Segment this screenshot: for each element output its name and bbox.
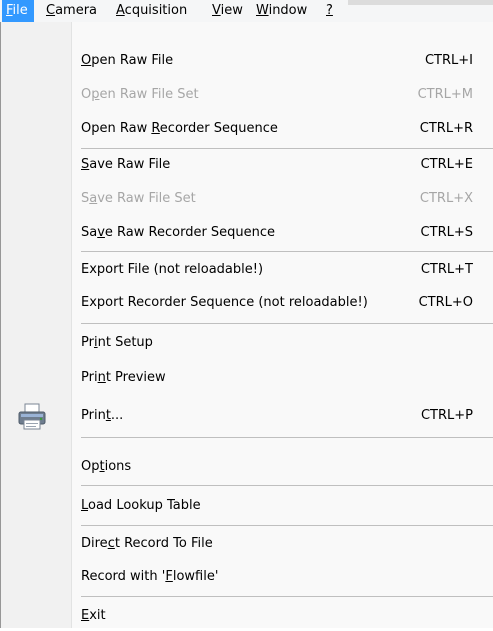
menu-item-load-lookup-table[interactable]: Load Lookup Table	[1, 491, 493, 521]
menu-item-label: Exit	[81, 608, 106, 623]
menu-window-accelerator: W	[256, 3, 269, 18]
menu-item-label: Print...	[81, 408, 124, 423]
menu-item-label: Save Raw File	[81, 157, 171, 172]
menu-item-label: Options	[81, 459, 132, 474]
menu-item-shortcut: CTRL+R	[419, 121, 473, 136]
menubar: File Camera Acquisition View Window ?	[0, 0, 493, 23]
menu-item-shortcut: CTRL+T	[420, 262, 473, 277]
menu-acquisition-accelerator: A	[116, 3, 125, 18]
menu-acquisition-label: cquisition	[124, 3, 188, 18]
menu-item-label: Export File (not reloadable!)	[81, 262, 264, 277]
menu-item-open-raw-file-set: Open Raw File Set CTRL+M	[1, 80, 493, 110]
menu-separator	[81, 437, 493, 438]
menu-camera-accelerator: C	[46, 3, 56, 18]
printer-icon	[18, 403, 46, 430]
menu-item-open-raw-recorder-sequence[interactable]: Open Raw Recorder Sequence CTRL+R	[1, 114, 493, 144]
menu-item-shortcut: CTRL+X	[419, 191, 473, 206]
menu-item-print[interactable]: Print... CTRL+P	[1, 401, 493, 431]
menu-item-shortcut: CTRL+P	[420, 408, 473, 423]
menu-separator	[81, 323, 493, 324]
menu-item-shortcut: CTRL+S	[420, 225, 473, 240]
menu-item-export-recorder-sequence[interactable]: Export Recorder Sequence (not reloadable…	[1, 288, 493, 318]
menu-item-shortcut: CTRL+M	[417, 87, 473, 102]
menu-item-save-raw-recorder-sequence[interactable]: Save Raw Recorder Sequence CTRL+S	[1, 218, 493, 248]
menu-item-options[interactable]: Options	[1, 452, 493, 482]
menu-separator	[81, 596, 493, 597]
menu-item-exit[interactable]: Exit	[1, 601, 493, 631]
menu-separator	[81, 148, 493, 149]
menu-item-label: Print Setup	[81, 335, 153, 350]
menubar-strip	[348, 0, 493, 5]
menu-help-accelerator: ?	[326, 3, 333, 18]
menu-item-save-raw-file[interactable]: Save Raw File CTRL+E	[1, 150, 493, 180]
menu-window-label: indow	[268, 3, 308, 18]
menu-item-label: Open Raw Recorder Sequence	[81, 121, 278, 136]
menu-item-label: Direct Record To File	[81, 536, 213, 551]
menu-item-label: Open Raw File Set	[81, 87, 199, 102]
menu-item-shortcut: CTRL+I	[424, 53, 473, 68]
menu-acquisition[interactable]: Acquisition	[112, 0, 191, 22]
menu-item-shortcut: CTRL+E	[420, 157, 473, 172]
menu-view-label: iew	[220, 3, 243, 18]
menu-item-record-with-flowfile[interactable]: Record with 'Flowfile'	[1, 562, 493, 592]
menu-item-label: Print Preview	[81, 370, 166, 385]
menu-help[interactable]: ?	[322, 0, 337, 22]
menu-item-label: Save Raw Recorder Sequence	[81, 225, 276, 240]
menu-item-shortcut: CTRL+O	[418, 295, 473, 310]
menu-item-print-preview[interactable]: Print Preview	[1, 363, 493, 393]
menu-item-save-raw-file-set: Save Raw File Set CTRL+X	[1, 184, 493, 214]
file-menu-dropdown: Open Raw File CTRL+I Open Raw File Set C…	[0, 22, 493, 628]
menu-file-label: ile	[12, 3, 28, 18]
menu-item-export-file[interactable]: Export File (not reloadable!) CTRL+T	[1, 255, 493, 285]
menu-item-open-raw-file[interactable]: Open Raw File CTRL+I	[1, 46, 493, 76]
menu-view[interactable]: View	[208, 0, 247, 22]
menu-view-accelerator: V	[212, 3, 221, 18]
menu-item-label: Record with 'Flowfile'	[81, 569, 219, 584]
menu-item-direct-record-to-file[interactable]: Direct Record To File	[1, 529, 493, 559]
menu-separator	[81, 525, 493, 526]
menu-window[interactable]: Window	[252, 0, 311, 22]
menu-file[interactable]: File	[2, 0, 34, 22]
menu-camera[interactable]: Camera	[42, 0, 101, 22]
menu-item-print-setup[interactable]: Print Setup	[1, 328, 493, 358]
menu-item-label: Load Lookup Table	[81, 498, 201, 513]
menu-camera-label: amera	[55, 3, 98, 18]
menu-separator	[81, 251, 493, 252]
menu-item-label: Open Raw File	[81, 53, 174, 68]
menu-item-label: Export Recorder Sequence (not reloadable…	[81, 295, 368, 310]
menu-separator	[81, 485, 493, 486]
menu-item-label: Save Raw File Set	[81, 191, 196, 206]
